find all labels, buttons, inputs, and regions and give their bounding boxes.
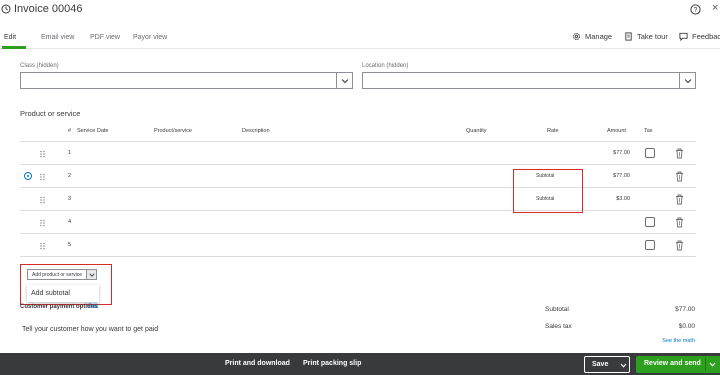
review-and-send-label: Review and send [644, 360, 701, 367]
gear-icon [572, 32, 581, 41]
row-selected-radio[interactable] [24, 172, 32, 180]
col-number: # [68, 128, 72, 134]
feedback-label: Feedbac [692, 32, 720, 41]
page-title: Invoice 00046 [14, 3, 83, 15]
drag-handle-icon[interactable] [39, 242, 46, 250]
tab-edit[interactable]: Edit [4, 34, 16, 41]
drag-handle-icon[interactable] [39, 173, 46, 181]
col-quantity: Quantity [466, 128, 487, 134]
class-dropdown[interactable] [336, 73, 352, 88]
sales-tax-value: $0.00 [678, 323, 695, 330]
drag-handle-icon[interactable] [39, 219, 46, 227]
active-tab-indicator [2, 46, 26, 49]
manage-label: Manage [585, 32, 613, 41]
take-tour-button[interactable]: Take tour [624, 32, 668, 41]
payment-options-edit-link[interactable]: Edit [88, 304, 98, 310]
chevron-down-icon[interactable] [709, 361, 716, 368]
chevron-down-icon [341, 79, 349, 84]
tour-icon [625, 32, 632, 41]
table-header: # Service Date Product/service Descripti… [0, 128, 720, 138]
class-label: Class (hidden) [20, 63, 59, 69]
save-button[interactable]: Save [584, 356, 630, 373]
trash-icon[interactable] [675, 171, 684, 182]
chevron-down-icon[interactable] [620, 362, 627, 369]
trash-icon[interactable] [675, 194, 684, 205]
payment-instructions-text: Tell your customer how you want to get p… [22, 326, 159, 333]
add-product-dropdown[interactable] [86, 270, 97, 279]
save-label: Save [592, 361, 609, 368]
table-row[interactable]: 4 [20, 211, 696, 234]
footer-bar: Print and download Print packing slip Sa… [0, 353, 720, 375]
add-product-service-label: Add product or service [32, 272, 83, 278]
feedback-icon [679, 32, 688, 41]
tax-checkbox[interactable] [645, 240, 655, 250]
product-section-title: Product or service [20, 109, 81, 118]
trash-icon[interactable] [675, 148, 684, 159]
print-download-button[interactable]: Print and download [225, 360, 290, 367]
review-and-send-button[interactable]: Review and send [636, 356, 720, 373]
customer-payment-options-label: Customer payment options [20, 304, 98, 310]
svg-text:?: ? [694, 7, 698, 14]
row-number: 3 [68, 196, 72, 202]
table-row[interactable]: 3 Subtotal $3.00 [20, 188, 696, 211]
help-icon[interactable]: ? [690, 4, 701, 15]
chevron-down-icon [684, 79, 692, 84]
subtotal-value: $77.00 [675, 306, 695, 313]
row-number: 5 [68, 242, 72, 248]
add-product-service-button[interactable]: Add product or service [27, 269, 98, 280]
tax-checkbox[interactable] [645, 217, 655, 227]
chevron-down-icon [89, 273, 95, 277]
row-amount: $77.00 [613, 150, 630, 156]
add-dropdown-menu: Add subtotal [27, 285, 99, 302]
close-icon[interactable]: × [712, 2, 718, 14]
trash-icon[interactable] [675, 217, 684, 228]
see-the-math-link[interactable]: See the math [645, 338, 695, 344]
subtotal-highlight [513, 169, 583, 213]
table-row[interactable]: 1 $77.00 [20, 142, 696, 165]
subtotal-label: Subtotal [545, 306, 569, 313]
row-amount: $77.00 [613, 173, 630, 179]
tab-email-view[interactable]: Email view [41, 34, 74, 41]
drag-handle-icon[interactable] [39, 150, 46, 158]
drag-handle-icon[interactable] [39, 196, 46, 204]
row-number: 1 [68, 150, 72, 156]
manage-button[interactable]: Manage [572, 32, 612, 41]
tab-payor-view[interactable]: Payor view [133, 34, 167, 41]
col-tax: Tax [644, 128, 653, 134]
col-service-date: Service Date [77, 128, 109, 134]
tab-pdf-view[interactable]: PDF view [90, 34, 120, 41]
col-amount: Amount [607, 128, 626, 134]
take-tour-label: Take tour [637, 32, 668, 41]
class-select[interactable] [20, 72, 353, 89]
print-packing-slip-button[interactable]: Print packing slip [303, 360, 361, 367]
col-rate: Rate [547, 128, 559, 134]
tax-checkbox[interactable] [645, 148, 655, 158]
feedback-button[interactable]: Feedbac [679, 32, 720, 41]
view-tabs: Edit Email view PDF view Payor view Mana… [0, 27, 720, 49]
menu-item-add-subtotal[interactable]: Add subtotal [31, 290, 70, 297]
row-amount: $3.00 [616, 196, 630, 202]
col-description: Description [242, 128, 270, 134]
location-label: Location (hidden) [362, 63, 409, 69]
clock-icon [1, 4, 11, 14]
sales-tax-label: Sales tax [545, 323, 572, 330]
table-row[interactable]: 5 [20, 234, 696, 257]
location-dropdown[interactable] [679, 73, 695, 88]
button-divider [705, 358, 706, 371]
table-row[interactable]: 2 Subtotal $77.00 [20, 165, 696, 188]
col-product-service: Product/service [154, 128, 192, 134]
location-select[interactable] [362, 72, 696, 89]
trash-icon[interactable] [675, 240, 684, 251]
row-number: 2 [68, 173, 72, 179]
row-number: 4 [68, 219, 72, 225]
title-bar: Invoice 00046 ? × [0, 0, 720, 22]
